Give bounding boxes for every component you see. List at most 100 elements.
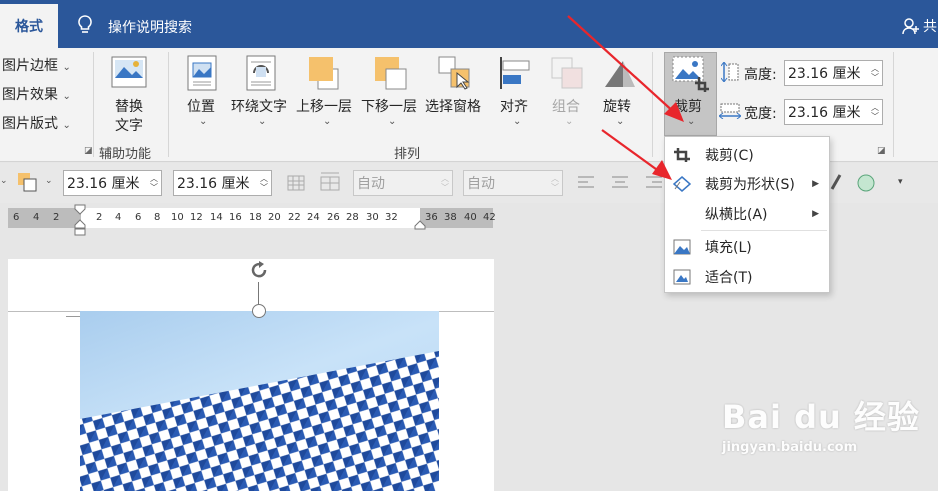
chevron-down-icon[interactable]: ⌄ [388, 116, 396, 127]
more-options-icon[interactable]: ▾ [898, 177, 903, 187]
chevron-down-icon: ⌄ [62, 120, 71, 131]
watermark-url: jingyan.baidu.com [722, 440, 858, 455]
height-spinner[interactable]: 23.16 厘米 ︿ ﹀ [784, 60, 883, 86]
share-label: 共 [923, 19, 937, 35]
spinner-arrows-icon[interactable]: ︿ ﹀ [868, 61, 882, 85]
auto-value-2: 自动 [467, 176, 495, 192]
position-icon[interactable] [186, 55, 218, 91]
ruler-number: 32 [385, 212, 398, 223]
alt-text-icon[interactable] [110, 55, 148, 91]
lightbulb-icon[interactable] [76, 14, 94, 36]
spinner-arrows-icon[interactable]: ︿ ﹀ [147, 171, 161, 195]
chevron-down-icon[interactable]: ⌄ [323, 116, 331, 127]
menu-item-aspect-ratio-label: 纵横比(A) [705, 207, 768, 223]
ruler-number: 38 [444, 212, 457, 223]
chevron-down-icon[interactable]: ⌄ [513, 116, 521, 127]
menu-item-crop-to-shape-label: 裁剪为形状(S) [705, 177, 795, 193]
ruler-number: 24 [307, 212, 320, 223]
resize-handle[interactable] [252, 304, 266, 318]
shape-fill-icon[interactable] [17, 172, 37, 192]
toolbar-height-spinner[interactable]: 23.16 厘米 ︿ ﹀ [173, 170, 272, 196]
ruler-number: 18 [249, 212, 262, 223]
margin-mark [66, 316, 80, 317]
align-label[interactable]: 对齐 [500, 96, 528, 116]
ruler-number: 36 [425, 212, 438, 223]
height-icon [721, 62, 739, 82]
picture-effects-button[interactable]: 图片效果 ⌄ [2, 84, 71, 104]
wrap-text-icon[interactable] [245, 55, 277, 91]
send-backward-label[interactable]: 下移一层 [361, 96, 417, 116]
right-indent-marker-icon[interactable] [414, 220, 426, 230]
chevron-down-icon: ⌄ [62, 62, 71, 73]
share-button[interactable]: 共 [902, 16, 937, 36]
annotation-arrows [567, 15, 684, 180]
indent-marker-icon[interactable] [74, 204, 86, 236]
ruler-number: 4 [33, 212, 40, 223]
tab-format[interactable]: 格式 [0, 4, 58, 48]
width-label: 宽度: [744, 106, 777, 122]
chevron-down-icon[interactable]: ⌄ [258, 116, 266, 127]
person-add-icon [902, 18, 919, 35]
group-separator [93, 52, 94, 157]
submenu-arrow-icon: ▶ [812, 209, 819, 219]
menu-item-fit[interactable]: 适合(T) [665, 263, 829, 291]
spinner-arrows-icon[interactable]: ︿ ﹀ [868, 100, 882, 124]
picture-border-label: 图片边框 [2, 58, 58, 74]
tell-me-search[interactable]: 操作说明搜索 [108, 17, 192, 37]
ruler-number: 42 [483, 212, 496, 223]
ruler-number: 2 [96, 212, 103, 223]
dialog-launcher-icon[interactable]: ◪ [84, 146, 93, 156]
pen-icon[interactable] [829, 173, 843, 191]
width-value: 23.16 厘米 [788, 105, 861, 121]
table-grid-icon [287, 175, 305, 191]
fill-icon [673, 239, 691, 255]
ruler-number: 12 [190, 212, 203, 223]
ruler-number: 30 [366, 212, 379, 223]
menu-item-fill[interactable]: 填充(L) [665, 233, 829, 261]
building-facade-image [80, 351, 439, 491]
width-icon [719, 103, 741, 119]
auto-spinner-1: 自动 ︿ ﹀ [353, 170, 453, 196]
selection-pane-icon[interactable] [437, 55, 473, 91]
menu-item-crop-label: 裁剪(C) [705, 148, 754, 164]
bring-forward-icon[interactable] [306, 55, 342, 91]
picture-border-button[interactable]: 图片边框 ⌄ [2, 55, 71, 75]
ruler-number: 10 [171, 212, 184, 223]
bring-forward-label[interactable]: 上移一层 [296, 96, 352, 116]
position-label[interactable]: 位置 [187, 96, 215, 116]
toolbar-width-spinner[interactable]: 23.16 厘米 ︿ ﹀ [63, 170, 162, 196]
chevron-down-icon[interactable]: ⌄ [0, 176, 8, 186]
chevron-down-icon[interactable]: ⌄ [45, 176, 53, 186]
ruler-number: 14 [210, 212, 223, 223]
circle-shape-icon[interactable] [856, 173, 876, 193]
align-icon[interactable] [498, 55, 534, 91]
toolbar-height-value: 23.16 厘米 [177, 176, 250, 192]
rotate-handle-icon[interactable] [248, 259, 270, 281]
ruler-number: 26 [327, 212, 340, 223]
alt-text-label-1: 替换 [115, 99, 143, 115]
table-size-icon [320, 172, 340, 191]
chevron-down-icon[interactable]: ⌄ [199, 116, 207, 127]
toolbar-width-value: 23.16 厘米 [67, 176, 140, 192]
spinner-arrows-icon: ︿ ﹀ [441, 174, 449, 192]
watermark-brand: Bai du 经验 [722, 398, 920, 436]
ruler-number: 16 [229, 212, 242, 223]
menu-item-fit-label: 适合(T) [705, 270, 753, 286]
menu-item-aspect-ratio[interactable]: 纵横比(A) ▶ [665, 200, 829, 228]
selection-pane-label[interactable]: 选择窗格 [425, 96, 481, 116]
dialog-launcher-icon[interactable]: ◪ [877, 146, 886, 156]
group-separator [168, 52, 169, 157]
baidu-jingyan-watermark: Bai du 经验 jingyan.baidu.com [722, 392, 920, 455]
alt-text-label-2: 文字 [115, 118, 143, 134]
ruler-number: 6 [13, 212, 20, 223]
document-image[interactable] [80, 311, 439, 491]
send-backward-icon[interactable] [373, 55, 409, 91]
menu-separator [701, 230, 827, 231]
arrange-group-label: 排列 [394, 147, 421, 162]
auto-value-1: 自动 [357, 176, 385, 192]
spinner-arrows-icon[interactable]: ︿ ﹀ [257, 171, 271, 195]
wrap-text-label[interactable]: 环绕文字 [231, 96, 287, 116]
picture-layout-button[interactable]: 图片版式 ⌄ [2, 113, 71, 133]
rotate-handle-line [258, 282, 259, 306]
width-spinner[interactable]: 23.16 厘米 ︿ ﹀ [784, 99, 883, 125]
